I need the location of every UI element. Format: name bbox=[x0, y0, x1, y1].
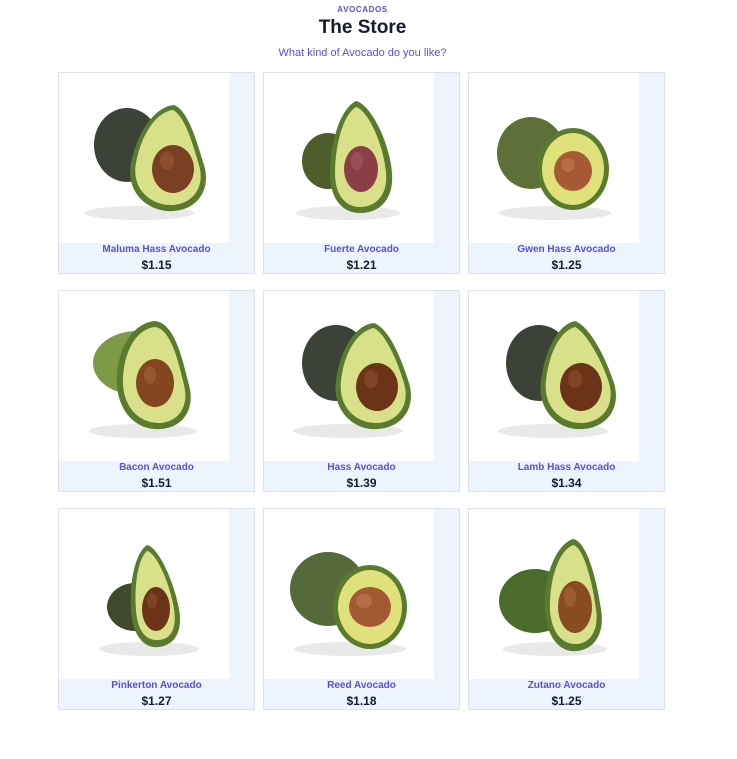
product-image bbox=[59, 291, 229, 461]
product-name: Pinkerton Avocado bbox=[111, 680, 202, 691]
product-price: $1.21 bbox=[346, 258, 377, 272]
product-card[interactable]: Gwen Hass Avocado $1.25 bbox=[468, 72, 665, 274]
product-price: $1.34 bbox=[551, 476, 582, 490]
category-eyebrow: AVOCADOS bbox=[337, 5, 388, 14]
product-image bbox=[469, 509, 639, 679]
product-image bbox=[264, 291, 434, 461]
page-subtitle: What kind of Avocado do you like? bbox=[278, 47, 447, 59]
product-price: $1.25 bbox=[551, 694, 582, 708]
product-image bbox=[264, 509, 434, 679]
product-name: Lamb Hass Avocado bbox=[517, 462, 616, 473]
product-card[interactable]: Reed Avocado $1.18 bbox=[263, 508, 460, 710]
product-name: Reed Avocado bbox=[327, 680, 396, 691]
product-card[interactable]: Hass Avocado $1.39 bbox=[263, 290, 460, 492]
product-price: $1.27 bbox=[141, 694, 172, 708]
product-card[interactable]: Pinkerton Avocado $1.27 bbox=[58, 508, 255, 710]
product-price: $1.15 bbox=[141, 258, 172, 272]
product-card[interactable]: Zutano Avocado $1.25 bbox=[468, 508, 665, 710]
product-price: $1.25 bbox=[551, 258, 582, 272]
product-card[interactable]: Maluma Hass Avocado $1.15 bbox=[58, 72, 255, 274]
product-image bbox=[264, 73, 434, 243]
product-name: Maluma Hass Avocado bbox=[102, 244, 211, 255]
product-name: Gwen Hass Avocado bbox=[517, 244, 616, 255]
page-title: The Store bbox=[318, 17, 407, 38]
product-price: $1.39 bbox=[346, 476, 377, 490]
product-card[interactable]: Fuerte Avocado $1.21 bbox=[263, 72, 460, 274]
product-image bbox=[59, 73, 229, 243]
product-image bbox=[469, 73, 639, 243]
product-price: $1.51 bbox=[141, 476, 172, 490]
product-price: $1.18 bbox=[346, 694, 377, 708]
product-name: Hass Avocado bbox=[327, 462, 396, 473]
product-image bbox=[59, 509, 229, 679]
product-card[interactable]: Lamb Hass Avocado $1.34 bbox=[468, 290, 665, 492]
product-grid: Maluma Hass Avocado $1.15 Fuerte Avocado… bbox=[58, 72, 665, 710]
product-card[interactable]: Bacon Avocado $1.51 bbox=[58, 290, 255, 492]
product-name: Fuerte Avocado bbox=[324, 244, 399, 255]
product-image bbox=[469, 291, 639, 461]
product-name: Bacon Avocado bbox=[119, 462, 194, 473]
product-name: Zutano Avocado bbox=[527, 680, 606, 691]
